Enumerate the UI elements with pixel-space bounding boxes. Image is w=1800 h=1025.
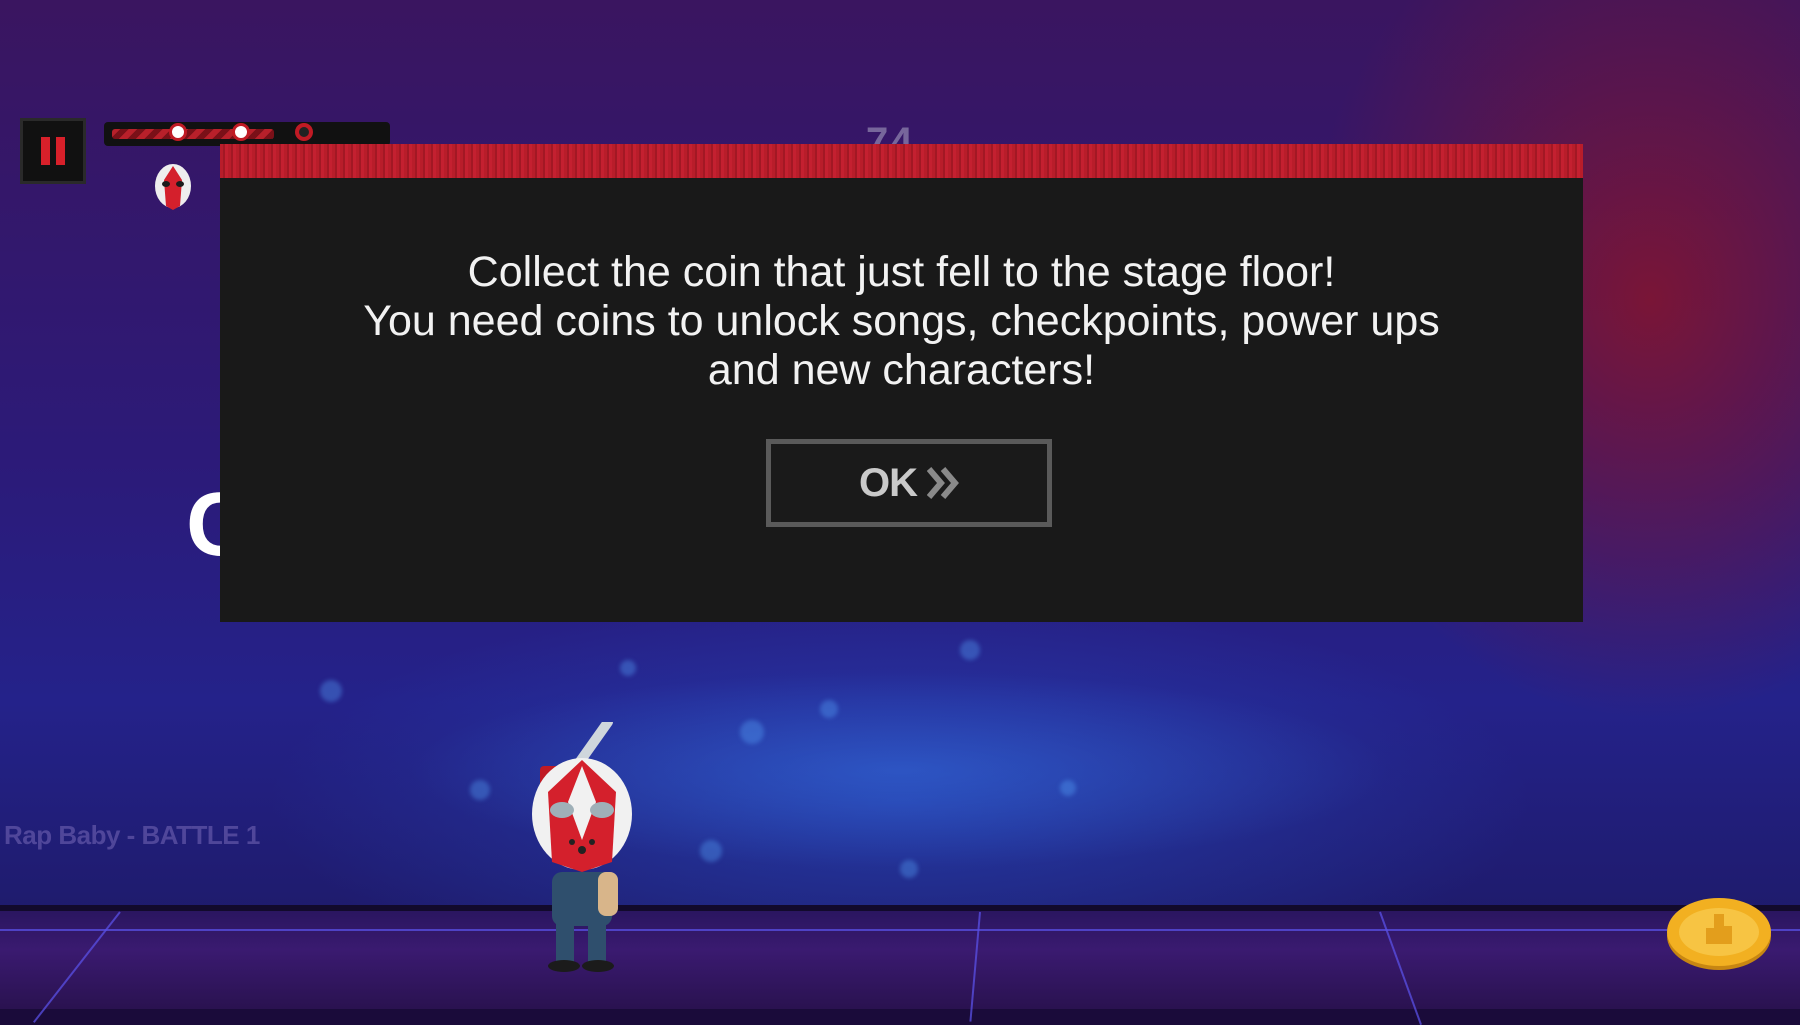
checkpoint-reached [169, 123, 187, 141]
masked-face-icon [155, 164, 191, 210]
bokeh-light [740, 720, 764, 744]
tutorial-dialog: Collect the coin that just fell to the s… [220, 144, 1583, 622]
player-character [532, 722, 632, 972]
checkpoint-locked [295, 123, 313, 141]
pause-icon-bar-left [41, 137, 50, 165]
ok-button[interactable]: OK [766, 439, 1052, 527]
pause-icon-bar-right [56, 137, 65, 165]
pause-button[interactable] [20, 118, 86, 184]
dialog-message: Collect the coin that just fell to the s… [363, 248, 1440, 394]
ok-button-label: OK [859, 460, 918, 505]
bokeh-light [900, 860, 918, 878]
dialog-header [220, 144, 1583, 178]
stage-floor [0, 905, 1800, 1025]
bokeh-light [470, 780, 490, 800]
coin-icon[interactable] [1664, 896, 1774, 972]
bokeh-light [820, 700, 838, 718]
bokeh-light [620, 660, 636, 676]
song-progress-bar [104, 122, 390, 146]
bokeh-light [960, 640, 980, 660]
song-label: Rap Baby - BATTLE 1 [4, 820, 260, 850]
bokeh-light [320, 680, 342, 702]
checkpoint-reached [232, 123, 250, 141]
floor-line [0, 929, 1800, 931]
double-chevron-right-icon [927, 467, 959, 499]
stage-glow [0, 610, 1800, 900]
bokeh-light [700, 840, 722, 862]
bokeh-light [1060, 780, 1076, 796]
